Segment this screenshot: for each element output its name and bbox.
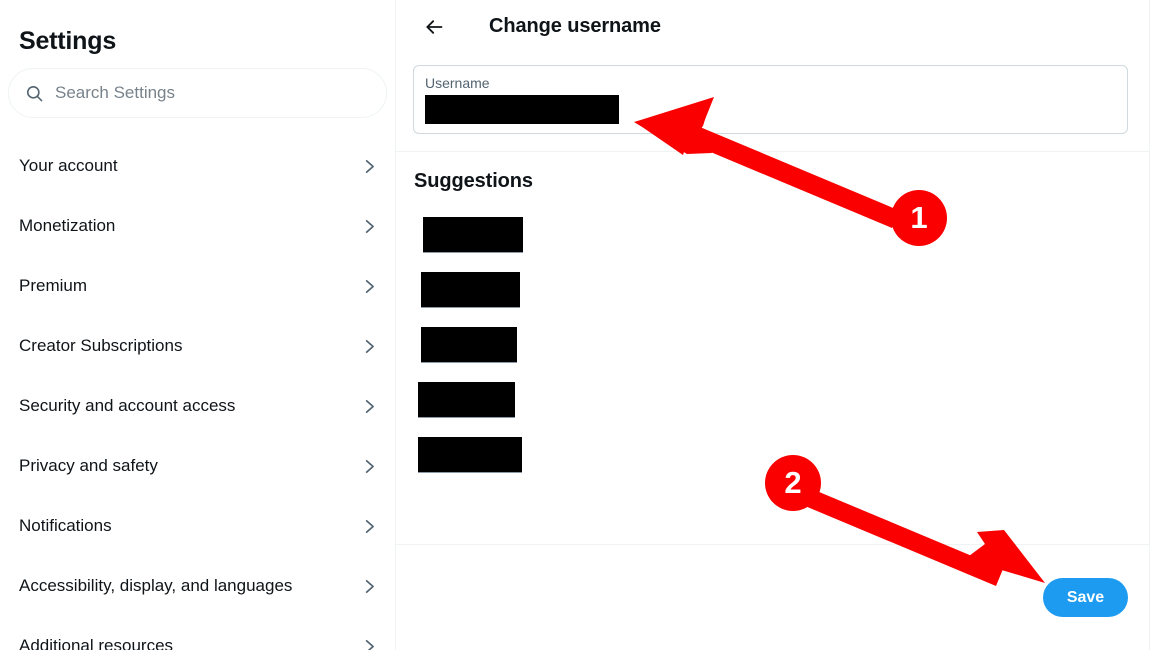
sidebar-item-notifications[interactable]: Notifications (0, 496, 395, 556)
settings-page: Settings Your account Monetization Premi… (0, 0, 1150, 650)
chevron-right-icon (365, 339, 374, 353)
chevron-right-icon (365, 579, 374, 593)
sidebar-item-label: Privacy and safety (19, 456, 158, 475)
chevron-right-icon (365, 219, 374, 233)
suggestion-value-redacted (421, 271, 520, 308)
chevron-right-icon (365, 639, 374, 650)
sidebar-item-label: Creator Subscriptions (19, 336, 183, 355)
sidebar-item-your-account[interactable]: Your account (0, 136, 395, 196)
sidebar-item-privacy-and-safety[interactable]: Privacy and safety (0, 436, 395, 496)
sidebar-item-label: Additional resources (19, 636, 174, 650)
sidebar-item-accessibility-display-and-languages[interactable]: Accessibility, display, and languages (0, 556, 395, 616)
list-item[interactable] (414, 427, 1128, 482)
sidebar-item-label: Monetization (19, 216, 116, 235)
panel-header: Change username (396, 0, 1149, 53)
panel-footer: Save (396, 544, 1149, 650)
suggestion-value-redacted (418, 436, 522, 473)
page-title: Settings (19, 26, 117, 55)
list-item[interactable] (414, 317, 1128, 372)
suggestion-value-redacted (421, 326, 517, 363)
list-item[interactable] (414, 372, 1128, 427)
suggestion-value-redacted (423, 216, 523, 253)
sidebar-item-security-and-account-access[interactable]: Security and account access (0, 376, 395, 436)
suggestions-section: Suggestions (396, 152, 1149, 482)
save-button[interactable]: Save (1043, 578, 1128, 617)
sidebar-item-creator-subscriptions[interactable]: Creator Subscriptions (0, 316, 395, 376)
username-value-redacted (425, 95, 619, 124)
username-field[interactable]: Username (413, 65, 1128, 134)
sidebar-item-label: Accessibility, display, and languages (19, 576, 293, 595)
chevron-right-icon (365, 519, 374, 533)
sidebar-item-monetization[interactable]: Monetization (0, 196, 395, 256)
change-username-panel: Change username Username Suggestions Sav… (396, 0, 1150, 650)
sidebar-item-label: Notifications (19, 516, 112, 535)
settings-sidebar: Settings Your account Monetization Premi… (0, 0, 396, 650)
list-item[interactable] (414, 262, 1128, 317)
chevron-right-icon (365, 399, 374, 413)
chevron-right-icon (365, 159, 374, 173)
panel-title: Change username (489, 15, 661, 37)
suggestion-value-redacted (418, 381, 515, 418)
chevron-right-icon (365, 279, 374, 293)
back-button[interactable] (417, 10, 451, 44)
username-label: Username (425, 75, 490, 91)
search-icon (26, 85, 43, 101)
sidebar-item-label: Security and account access (19, 396, 236, 415)
chevron-right-icon (365, 459, 374, 473)
username-field-section: Username (396, 53, 1149, 152)
back-arrow-icon (426, 19, 443, 34)
list-item[interactable] (414, 207, 1128, 262)
sidebar-item-label: Premium (19, 276, 88, 295)
suggestions-heading: Suggestions (414, 170, 533, 192)
settings-nav-list: Your account Monetization Premium Creato… (0, 136, 395, 650)
search-input[interactable] (55, 83, 370, 103)
search-settings-box[interactable] (8, 68, 387, 118)
sidebar-item-additional-resources[interactable]: Additional resources (0, 616, 395, 650)
sidebar-item-label: Your account (19, 156, 118, 175)
sidebar-item-premium[interactable]: Premium (0, 256, 395, 316)
